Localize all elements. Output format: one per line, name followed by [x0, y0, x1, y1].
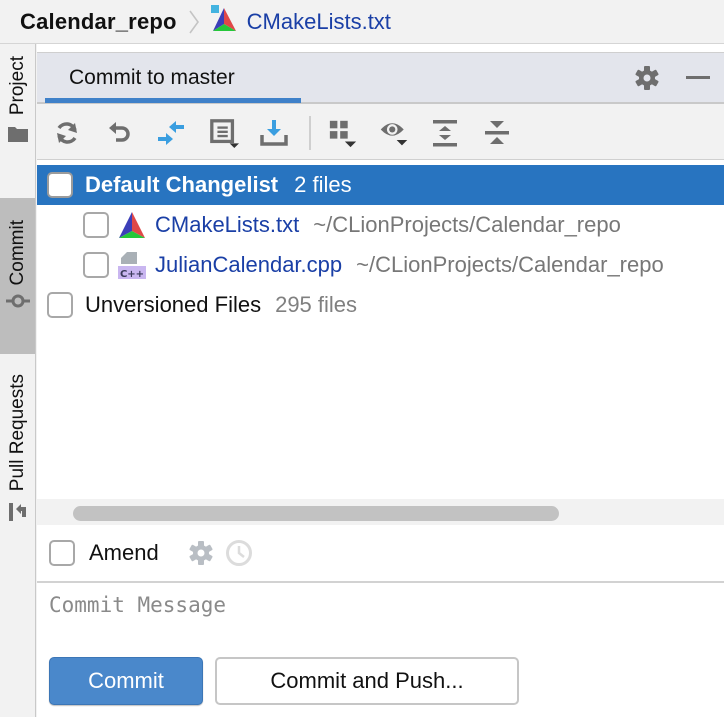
diff-icon[interactable]: [156, 116, 186, 150]
file-path: ~/CLionProjects/Calendar_repo: [356, 252, 664, 277]
cmake-icon: [117, 210, 147, 240]
commit-message-input[interactable]: [37, 585, 724, 649]
file-checkbox-cmakelists[interactable]: [83, 212, 109, 238]
file-name: CMakeLists.txt: [155, 212, 300, 237]
unversioned-count: 295 files: [275, 292, 358, 317]
minimize-icon[interactable]: [685, 65, 711, 91]
folder-icon: [7, 125, 29, 148]
unversioned-title: Unversioned Files: [85, 292, 262, 317]
cpp-file-icon: C++: [117, 250, 147, 280]
panel-header: Commit to master: [37, 52, 724, 104]
file-name: JulianCalendar.cpp: [155, 252, 343, 277]
toolbar-separator: [309, 116, 311, 150]
changelist-icon[interactable]: [209, 116, 239, 150]
stripe-pull-requests-button[interactable]: Pull Requests: [0, 374, 35, 564]
file-row-juliancalendar[interactable]: C++ JulianCalendar.cpp ~/CLionProjects/C…: [37, 245, 724, 285]
horizontal-scrollbar-thumb[interactable]: [73, 506, 559, 521]
file-row-cmakelists[interactable]: CMakeLists.txt ~/CLionProjects/Calendar_…: [37, 205, 724, 245]
changelist-count: 2 files: [294, 172, 352, 197]
stripe-commit-label: Commit: [6, 220, 28, 286]
download-icon[interactable]: [259, 116, 289, 150]
changelist-row-unversioned[interactable]: Unversioned Files 295 files: [37, 285, 724, 325]
default-changelist-checkbox[interactable]: [47, 172, 73, 198]
commit-icon: [5, 293, 30, 314]
commit-button[interactable]: Commit: [49, 657, 203, 705]
gear-icon[interactable]: [634, 65, 660, 91]
changelist-title: Default Changelist: [85, 172, 279, 197]
collapse-all-icon[interactable]: [482, 116, 512, 150]
tab-commit-to-master[interactable]: Commit to master: [45, 53, 301, 103]
eye-icon[interactable]: [379, 116, 409, 150]
stripe-commit-button[interactable]: Commit: [0, 198, 35, 354]
commit-panel: Commit to master Default Changelist 2 fi…: [37, 44, 724, 717]
file-checkbox-juliancalendar[interactable]: [83, 252, 109, 278]
expand-all-icon[interactable]: [430, 116, 460, 150]
commit-options-bar: Amend: [37, 525, 724, 583]
svg-text:C++: C++: [120, 269, 144, 280]
navigation-bar: Calendar_repo CMakeLists.txt: [0, 0, 724, 44]
undo-icon[interactable]: [105, 116, 135, 150]
stripe-project-label: Project: [6, 56, 28, 116]
tool-window-stripe: Project Commit Pull Requests: [0, 44, 36, 717]
refresh-icon[interactable]: [52, 116, 82, 150]
unversioned-checkbox[interactable]: [47, 292, 73, 318]
breadcrumb-file-label: CMakeLists.txt: [246, 8, 391, 34]
commit-history-clock-icon[interactable]: [225, 539, 253, 567]
breadcrumb-separator-icon: [187, 9, 201, 35]
group-icon[interactable]: [328, 116, 358, 150]
stripe-project-button[interactable]: Project: [0, 56, 35, 188]
breadcrumb-project[interactable]: Calendar_repo: [20, 9, 177, 35]
changelist-row-default[interactable]: Default Changelist 2 files: [37, 165, 724, 205]
amend-label[interactable]: Amend: [89, 540, 159, 566]
changes-toolbar: [37, 104, 724, 160]
pull-request-icon: [7, 501, 29, 528]
commit-tool-window: Calendar_repo CMakeLists.txt Project Com…: [0, 0, 724, 717]
amend-checkbox[interactable]: [49, 540, 75, 566]
changes-tree: Default Changelist 2 files CMakeLists.tx…: [37, 161, 724, 499]
breadcrumb-file[interactable]: CMakeLists.txt: [209, 4, 391, 39]
stripe-pull-requests-label: Pull Requests: [6, 374, 28, 492]
commit-options-gear-icon[interactable]: [187, 539, 215, 567]
horizontal-scrollbar[interactable]: [37, 499, 724, 525]
file-path: ~/CLionProjects/Calendar_repo: [313, 212, 621, 237]
cmake-icon: [209, 4, 239, 39]
commit-and-push-button[interactable]: Commit and Push...: [215, 657, 519, 705]
commit-actions: Commit Commit and Push...: [37, 649, 724, 717]
